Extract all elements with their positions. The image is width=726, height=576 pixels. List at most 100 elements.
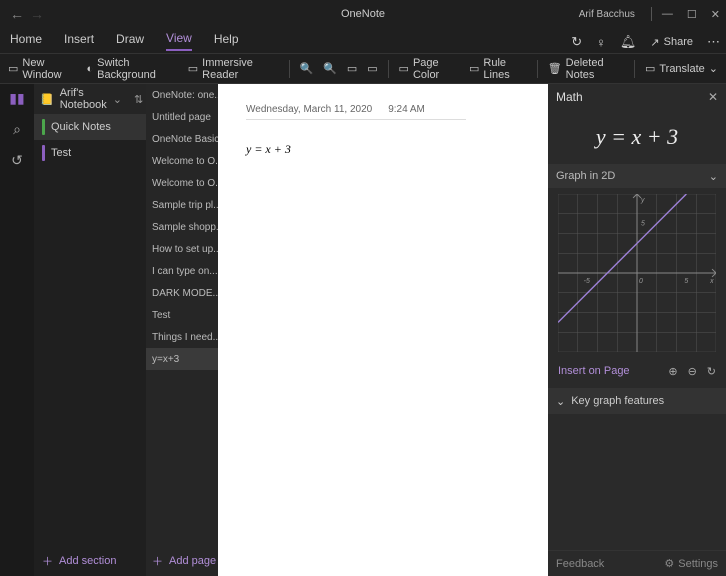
page-item[interactable]: I can type on... — [146, 260, 218, 282]
tab-draw[interactable]: Draw — [116, 32, 144, 50]
nav-rail: ▮▮ ⌕ ↺ — [0, 84, 34, 576]
bulb-icon[interactable]: ♀ — [596, 35, 606, 50]
tab-home[interactable]: Home — [10, 32, 42, 50]
share-button[interactable]: ↗ Share — [650, 36, 693, 49]
recent-icon[interactable]: ↺ — [11, 152, 23, 169]
page-item[interactable]: OneNote: one... — [146, 84, 218, 106]
section-list: Quick Notes Test — [34, 114, 146, 546]
more-icon[interactable]: ⋯ — [707, 34, 720, 50]
close-icon[interactable]: ✕ — [711, 8, 720, 21]
chevron-down-icon: ⌄ — [709, 170, 718, 183]
page-time: 9:24 AM — [388, 104, 425, 115]
x-tick-5: 5 — [684, 278, 688, 285]
filter-icon[interactable]: ⇅ — [134, 93, 143, 106]
page-item[interactable]: OneNote Basics — [146, 128, 218, 150]
zoom-out-icon[interactable]: ⊖ — [688, 365, 697, 378]
x-tick-neg5: -5 — [584, 278, 590, 285]
back-arrow-icon[interactable]: ← — [10, 6, 24, 22]
graph-actions: Insert on Page ⊕ ⊖ ↻ — [548, 358, 726, 384]
page-list: OneNote: one...Untitled pageOneNote Basi… — [146, 84, 218, 546]
sections-column: 📒 Arif's Notebook ⌄ ⇅ Quick Notes Test ＋… — [34, 84, 146, 576]
page-date-header: Wednesday, March 11, 2020 9:24 AM — [246, 104, 466, 120]
close-icon[interactable]: ✕ — [708, 90, 718, 104]
search-icon[interactable]: ⌕ — [13, 121, 21, 138]
zoom-in-icon[interactable]: 🔍 — [299, 62, 313, 75]
graph-2d-dropdown[interactable]: Graph in 2D ⌄ — [548, 164, 726, 188]
ribbon: ▭ New Window ◐ Switch Background ▭ Immer… — [0, 54, 726, 84]
translate-button[interactable]: ▭ Translate ⌄ — [645, 62, 718, 75]
page-color-button[interactable]: ▭ Page Color — [399, 57, 459, 81]
page-item[interactable]: DARK MODE... — [146, 282, 218, 304]
graph-svg: x y 0 5 -5 5 — [558, 194, 716, 352]
page-date: Wednesday, March 11, 2020 — [246, 104, 372, 115]
immersive-reader-button[interactable]: ▭ Immersive Reader — [188, 57, 279, 81]
divider — [651, 7, 652, 21]
separator — [537, 60, 538, 78]
y-tick-5: 5 — [641, 221, 645, 228]
page-item[interactable]: Welcome to O... — [146, 150, 218, 172]
chevron-down-icon: ⌄ — [113, 93, 122, 106]
maximize-icon[interactable]: ☐ — [687, 8, 697, 21]
zoom-in-icon[interactable]: ⊕ — [668, 365, 677, 378]
page-item[interactable]: Untitled page — [146, 106, 218, 128]
equation-text[interactable]: y = x + 3 — [246, 142, 520, 157]
page-canvas[interactable]: Wednesday, March 11, 2020 9:24 AM y = x … — [218, 84, 548, 576]
bell-icon[interactable]: 🔔︎ — [620, 34, 637, 50]
math-header: Math ✕ — [548, 84, 726, 110]
page-item[interactable]: Sample trip pl... — [146, 194, 218, 216]
chevron-down-icon: ⌄ — [556, 395, 565, 408]
add-section-button[interactable]: ＋ Add section — [34, 546, 146, 576]
key-graph-features-button[interactable]: ⌄ Key graph features — [548, 388, 726, 414]
origin-label: 0 — [639, 278, 643, 285]
separator — [388, 60, 389, 78]
reset-icon[interactable]: ↻ — [707, 365, 716, 378]
section-color — [42, 145, 45, 161]
separator — [634, 60, 635, 78]
section-item-test[interactable]: Test — [34, 140, 146, 166]
y-axis-label: y — [640, 197, 645, 204]
page-item[interactable]: Welcome to O... — [146, 172, 218, 194]
separator — [289, 60, 290, 78]
notebook-icon: 📒 — [40, 93, 54, 106]
pages-column: OneNote: one...Untitled pageOneNote Basi… — [146, 84, 218, 576]
section-label: Quick Notes — [51, 121, 111, 133]
notebooks-icon[interactable]: ▮▮ — [9, 90, 24, 107]
math-footer: Feedback ⚙ Settings — [548, 550, 726, 576]
page-width-icon[interactable]: ▭ — [367, 62, 377, 75]
chevron-down-icon: ⌄ — [709, 62, 718, 75]
forward-arrow-icon[interactable]: → — [30, 6, 44, 22]
tab-view[interactable]: View — [166, 31, 192, 51]
zoom-out-icon[interactable]: 🔍 — [323, 62, 337, 75]
minimize-icon[interactable]: — — [662, 8, 673, 21]
app-title: OneNote — [341, 8, 385, 20]
notebook-name: Arif's Notebook — [60, 87, 107, 111]
header-actions: ↻ ♀ 🔔︎ ↗ Share ⋯ — [571, 30, 720, 54]
section-label: Test — [51, 147, 71, 159]
tab-insert[interactable]: Insert — [64, 32, 94, 50]
new-window-button[interactable]: ▭ New Window — [8, 57, 76, 81]
insert-on-page-button[interactable]: Insert on Page — [558, 365, 630, 377]
rule-lines-button[interactable]: ▭ Rule Lines — [469, 57, 527, 81]
graph-label: Graph in 2D — [556, 170, 615, 182]
add-page-button[interactable]: ＋ Add page — [146, 546, 218, 576]
section-item-quick-notes[interactable]: Quick Notes — [34, 114, 146, 140]
zoom-100-icon[interactable]: ▭ — [347, 62, 357, 75]
x-axis-label: x — [709, 278, 714, 285]
sync-icon[interactable]: ↻ — [571, 34, 582, 50]
settings-link[interactable]: ⚙ Settings — [664, 557, 718, 570]
page-item[interactable]: Things I need... — [146, 326, 218, 348]
feedback-link[interactable]: Feedback — [556, 558, 604, 570]
switch-background-button[interactable]: ◐ Switch Background — [86, 57, 177, 81]
math-equation: y = x + 3 — [548, 110, 726, 164]
user-name[interactable]: Arif Bacchus — [579, 9, 635, 20]
graph-box[interactable]: x y 0 5 -5 5 — [548, 188, 726, 358]
math-pane: Math ✕ y = x + 3 Graph in 2D ⌄ x y 0 5 -… — [548, 84, 726, 576]
page-item[interactable]: y=x+3 — [146, 348, 218, 370]
tab-help[interactable]: Help — [214, 32, 239, 50]
page-item[interactable]: How to set up... — [146, 238, 218, 260]
deleted-notes-button[interactable]: 🗑 Deleted Notes — [548, 57, 624, 81]
math-title: Math — [556, 90, 583, 104]
page-item[interactable]: Sample shopp... — [146, 216, 218, 238]
notebook-header[interactable]: 📒 Arif's Notebook ⌄ ⇅ — [34, 84, 146, 114]
page-item[interactable]: Test — [146, 304, 218, 326]
